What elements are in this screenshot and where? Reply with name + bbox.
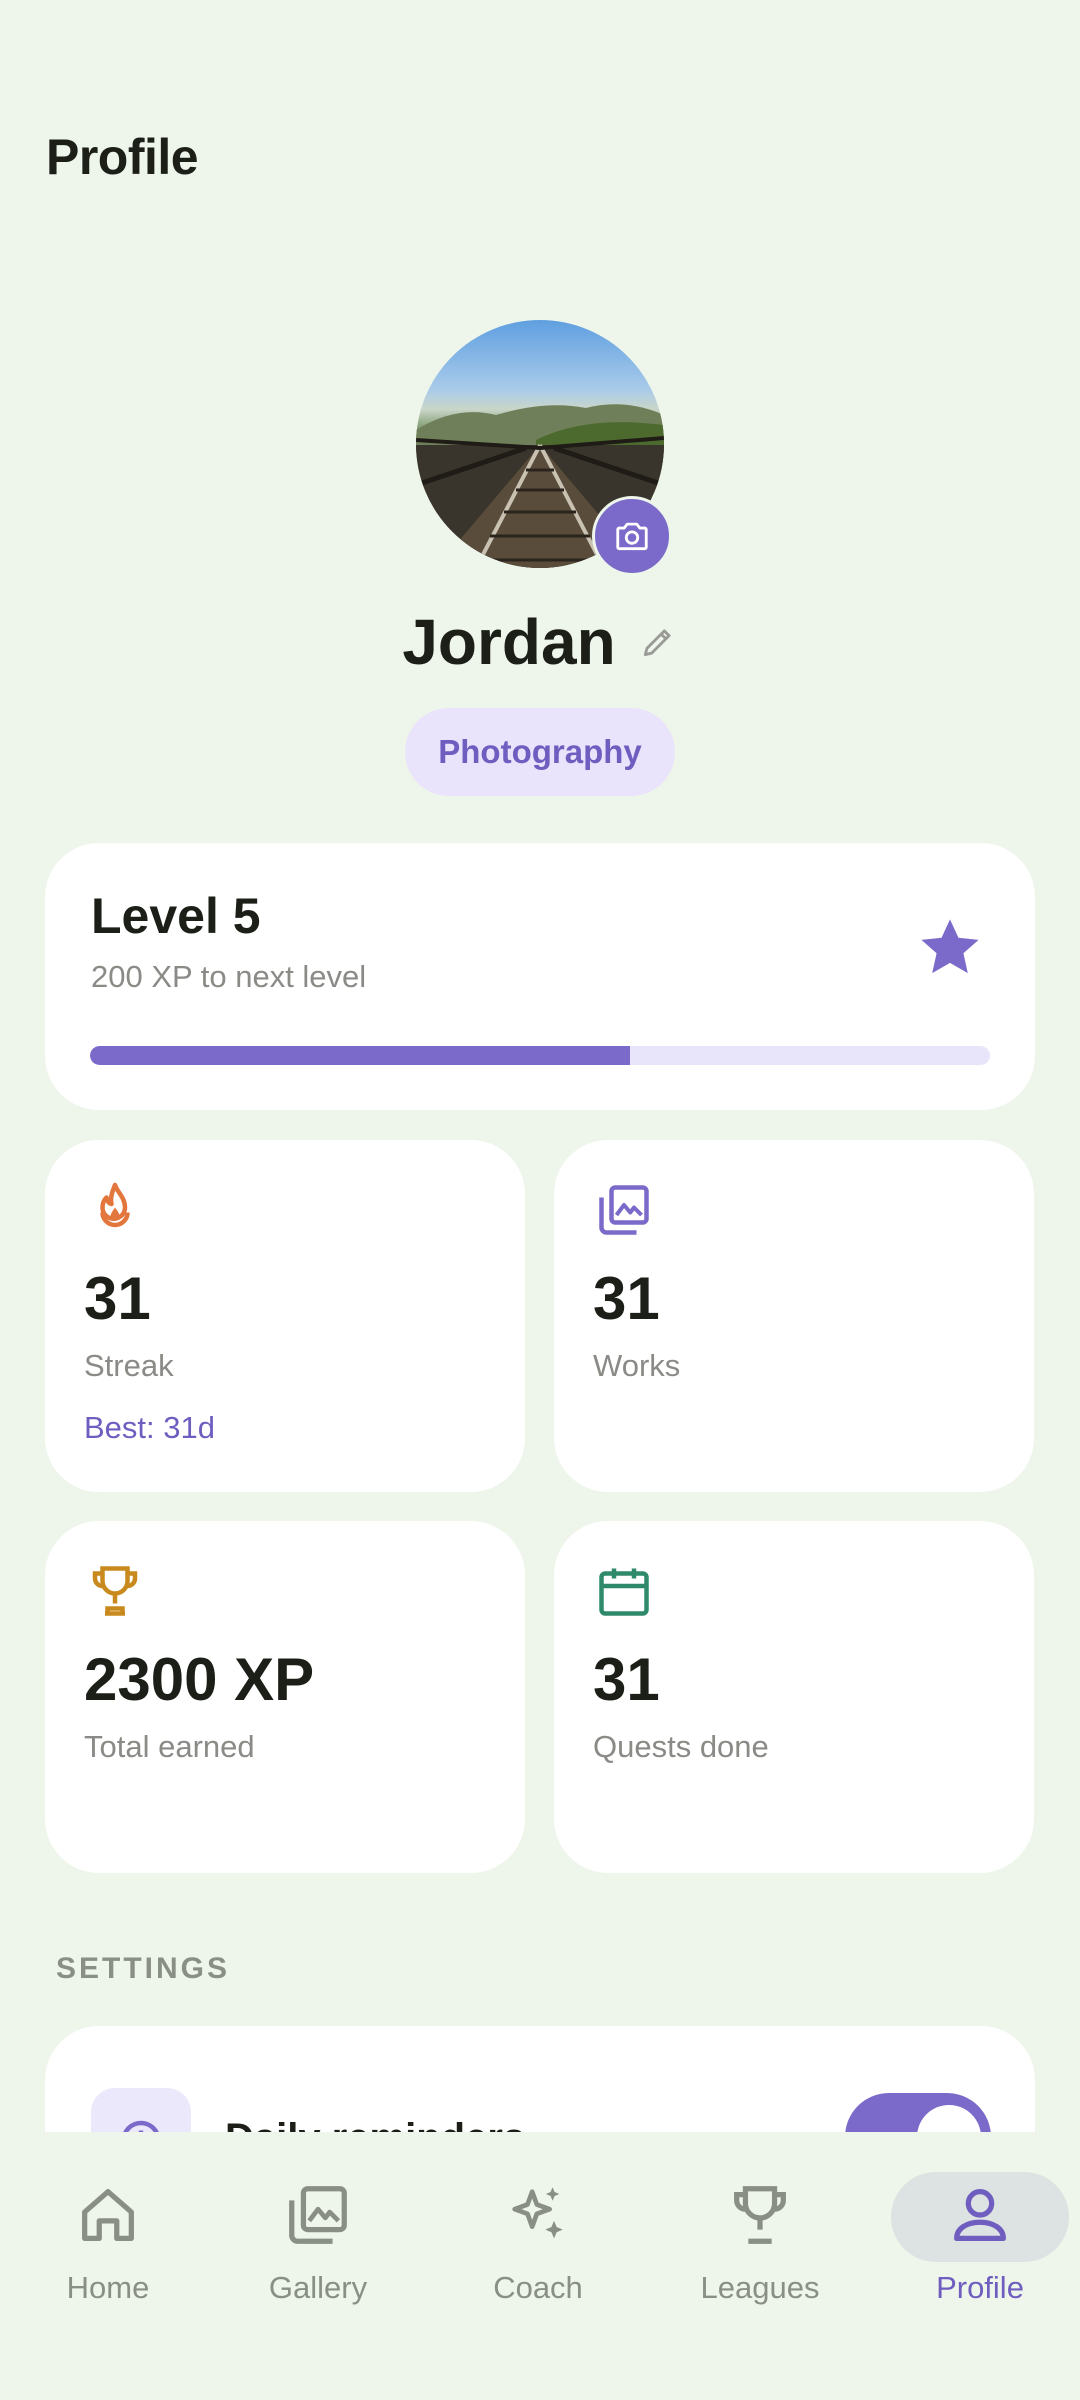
flame-icon	[100, 1182, 130, 1228]
stat-label: Quests done	[593, 1729, 769, 1764]
name-row: Jordan	[0, 605, 1080, 679]
sparkle-icon	[512, 2187, 563, 2239]
home-icon	[82, 2189, 134, 2241]
nav-item-leagues[interactable]: Leagues	[652, 2132, 868, 2322]
trophy-icon	[734, 2186, 786, 2244]
avatar-container	[416, 320, 672, 576]
stat-value: 31	[84, 1265, 151, 1332]
nav-label: Leagues	[700, 2270, 820, 2305]
level-progress-bar	[90, 1046, 990, 1065]
stat-label: Total earned	[84, 1729, 255, 1764]
nav-label: Gallery	[268, 2270, 368, 2305]
person-icon	[954, 2189, 1006, 2241]
stat-card-streak[interactable]: 31 Streak Best: 31d	[45, 1140, 525, 1492]
nav-item-coach[interactable]: Coach	[430, 2132, 646, 2322]
edit-name-button[interactable]	[638, 622, 678, 662]
stat-value: 31	[593, 1646, 660, 1713]
profile-name: Jordan	[402, 606, 616, 678]
gallery-icon	[289, 2186, 347, 2244]
nav-item-home[interactable]: Home	[0, 2132, 216, 2322]
stat-value: 2300 XP	[84, 1646, 315, 1713]
gallery-icon	[599, 1185, 649, 1235]
star-icon	[921, 919, 979, 974]
nav-label: Coach	[493, 2270, 583, 2305]
level-title: Level 5	[91, 888, 261, 944]
bottom-navigation: Home Gallery Coach Leagues Profile	[0, 2132, 1080, 2400]
nav-item-gallery[interactable]: Gallery	[210, 2132, 426, 2322]
level-subtitle: 200 XP to next level	[91, 959, 367, 994]
stat-value: 31	[593, 1265, 660, 1332]
category-chip[interactable]: Photography	[405, 708, 675, 796]
nav-label: Profile	[936, 2270, 1024, 2305]
change-photo-button[interactable]	[592, 496, 672, 576]
nav-item-profile[interactable]: Profile	[872, 2132, 1080, 2322]
level-progress-fill	[90, 1046, 630, 1065]
page-title: Profile	[46, 129, 199, 185]
level-card: Level 5 200 XP to next level	[45, 843, 1035, 1110]
stat-card-works[interactable]: 31 Works	[554, 1140, 1034, 1492]
stat-card-quests[interactable]: 31 Quests done	[554, 1521, 1034, 1873]
camera-icon	[616, 522, 648, 551]
stat-card-xp[interactable]: 2300 XP Total earned	[45, 1521, 525, 1873]
calendar-icon	[599, 1568, 649, 1616]
nav-label: Home	[66, 2270, 150, 2305]
stat-label: Works	[593, 1348, 681, 1383]
best-streak-text: Best: 31d	[84, 1410, 215, 1445]
settings-section-label: SETTINGS	[56, 1952, 231, 1985]
stat-label: Streak	[84, 1348, 174, 1383]
trophy-icon	[92, 1566, 138, 1616]
pencil-icon	[643, 629, 671, 657]
